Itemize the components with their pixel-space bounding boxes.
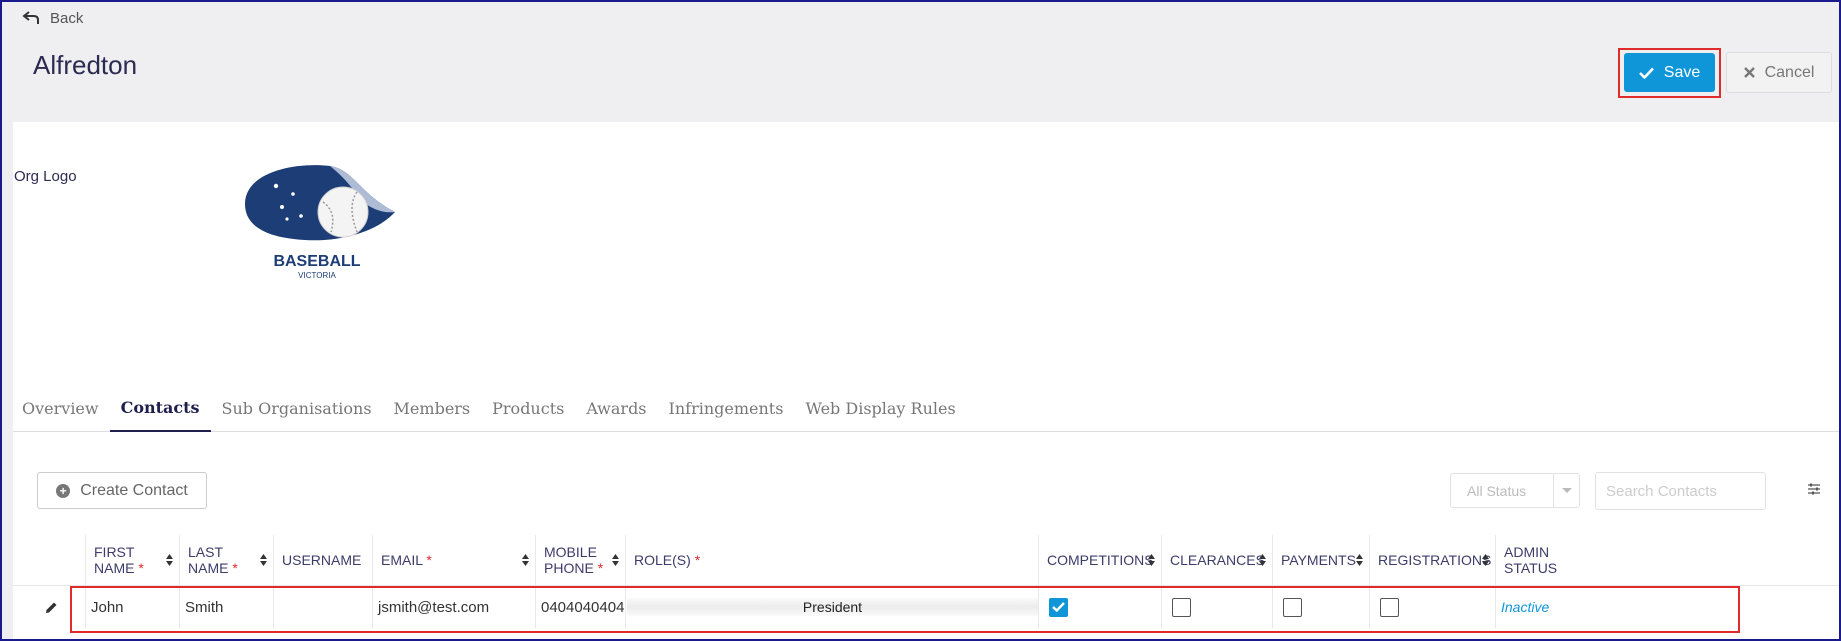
- app-frame: Back Alfredton Save Cancel Org Logo BASE…: [0, 0, 1841, 641]
- baseball-victoria-logo[interactable]: BASEBALL VICTORIA: [235, 154, 405, 284]
- col-label: REGISTRATIONS: [1378, 552, 1492, 568]
- required-marker: *: [426, 552, 432, 568]
- col-last-name[interactable]: LAST NAME *: [179, 535, 273, 585]
- sort-icon: [1356, 554, 1363, 566]
- col-line1: FIRST: [94, 544, 135, 560]
- col-label: ADMIN STATUS: [1504, 544, 1557, 576]
- back-label: Back: [50, 9, 84, 27]
- col-label: CLEARANCES: [1170, 552, 1265, 568]
- tab-awards[interactable]: Awards: [575, 384, 657, 432]
- tab-members[interactable]: Members: [383, 384, 482, 432]
- tab-web-display-rules[interactable]: Web Display Rules: [794, 384, 966, 432]
- logo-text-main: BASEBALL: [273, 253, 360, 270]
- required-marker: *: [694, 552, 701, 568]
- tab-overview[interactable]: Overview: [13, 384, 110, 432]
- status-filter-select[interactable]: All Status: [1450, 473, 1580, 508]
- col-line2: PHONE: [544, 560, 594, 576]
- col-label: LAST NAME *: [188, 544, 238, 576]
- tab-contacts[interactable]: Contacts: [109, 384, 211, 432]
- sort-icon: [612, 554, 619, 566]
- col-payments[interactable]: PAYMENTS: [1272, 535, 1369, 585]
- col-label: USERNAME: [282, 552, 362, 568]
- sort-icon: [522, 554, 529, 566]
- col-label: MOBILE PHONE *: [544, 544, 603, 576]
- check-icon: [1638, 67, 1654, 79]
- col-line2: NAME: [188, 560, 229, 576]
- required-marker: *: [232, 560, 238, 576]
- required-marker: *: [597, 560, 604, 576]
- org-logo-label: Org Logo: [14, 168, 77, 185]
- pencil-icon: [46, 602, 57, 613]
- col-first-name[interactable]: FIRST NAME *: [85, 535, 179, 585]
- logo-text-sub: VICTORIA: [298, 271, 336, 280]
- col-roles: ROLE(S) *: [625, 535, 1038, 585]
- save-button[interactable]: Save: [1624, 53, 1715, 92]
- page-title: Alfredton: [33, 50, 138, 80]
- sort-icon: [1148, 554, 1155, 566]
- col-admin-status: ADMIN STATUS: [1495, 535, 1570, 585]
- tab-bar: Overview Contacts Sub Organisations Memb…: [13, 384, 1839, 432]
- sort-icon: [1482, 554, 1489, 566]
- col-clearances[interactable]: CLEARANCES: [1161, 535, 1272, 585]
- search-contacts-input[interactable]: [1595, 472, 1766, 510]
- col-label: COMPETITIONS: [1047, 552, 1154, 568]
- back-arrow-icon: [22, 11, 39, 24]
- col-mobile-phone[interactable]: MOBILE PHONE *: [535, 535, 625, 585]
- col-label: ROLE(S) *: [634, 552, 700, 568]
- chevron-down-icon: [1553, 474, 1579, 507]
- col-line1: ROLE(S): [634, 552, 691, 568]
- tab-sub-organisations[interactable]: Sub Organisations: [211, 384, 383, 432]
- close-icon: [1743, 67, 1755, 78]
- col-line2: NAME: [94, 560, 135, 576]
- row-highlight: [70, 586, 1740, 633]
- main-panel: Org Logo BASEBALL VICTORIA Overview Cont…: [13, 122, 1839, 639]
- tab-products[interactable]: Products: [481, 384, 575, 432]
- table-header: FIRST NAME * LAST NAME * USERNAME EMAIL * …: [13, 535, 1839, 585]
- col-line1: MOBILE: [544, 544, 597, 560]
- col-line1: ADMIN: [1504, 544, 1550, 560]
- col-label: PAYMENTS: [1281, 552, 1356, 568]
- create-contact-button[interactable]: + Create Contact: [37, 472, 207, 509]
- cancel-button[interactable]: Cancel: [1726, 52, 1832, 93]
- column-settings-icon[interactable]: [1807, 482, 1821, 496]
- save-label: Save: [1663, 63, 1701, 81]
- col-label: EMAIL *: [381, 552, 432, 568]
- col-username: USERNAME: [273, 535, 372, 585]
- status-filter-value: All Status: [1467, 482, 1527, 499]
- sort-icon: [260, 554, 267, 566]
- sort-icon: [166, 554, 173, 566]
- col-email[interactable]: EMAIL *: [372, 535, 535, 585]
- col-line1: LAST: [188, 544, 224, 560]
- back-link[interactable]: Back: [22, 8, 83, 28]
- plus-circle-icon: +: [56, 483, 71, 498]
- col-label: FIRST NAME *: [94, 544, 144, 576]
- tab-infringements[interactable]: Infringements: [658, 384, 795, 432]
- col-registrations[interactable]: REGISTRATIONS: [1369, 535, 1495, 585]
- col-line2: STATUS: [1504, 560, 1558, 576]
- sort-icon: [1259, 554, 1266, 566]
- cancel-label: Cancel: [1764, 63, 1815, 81]
- col-competitions[interactable]: COMPETITIONS: [1038, 535, 1161, 585]
- required-marker: *: [138, 560, 144, 576]
- col-line1: EMAIL: [381, 552, 423, 568]
- create-contact-label: Create Contact: [80, 481, 188, 499]
